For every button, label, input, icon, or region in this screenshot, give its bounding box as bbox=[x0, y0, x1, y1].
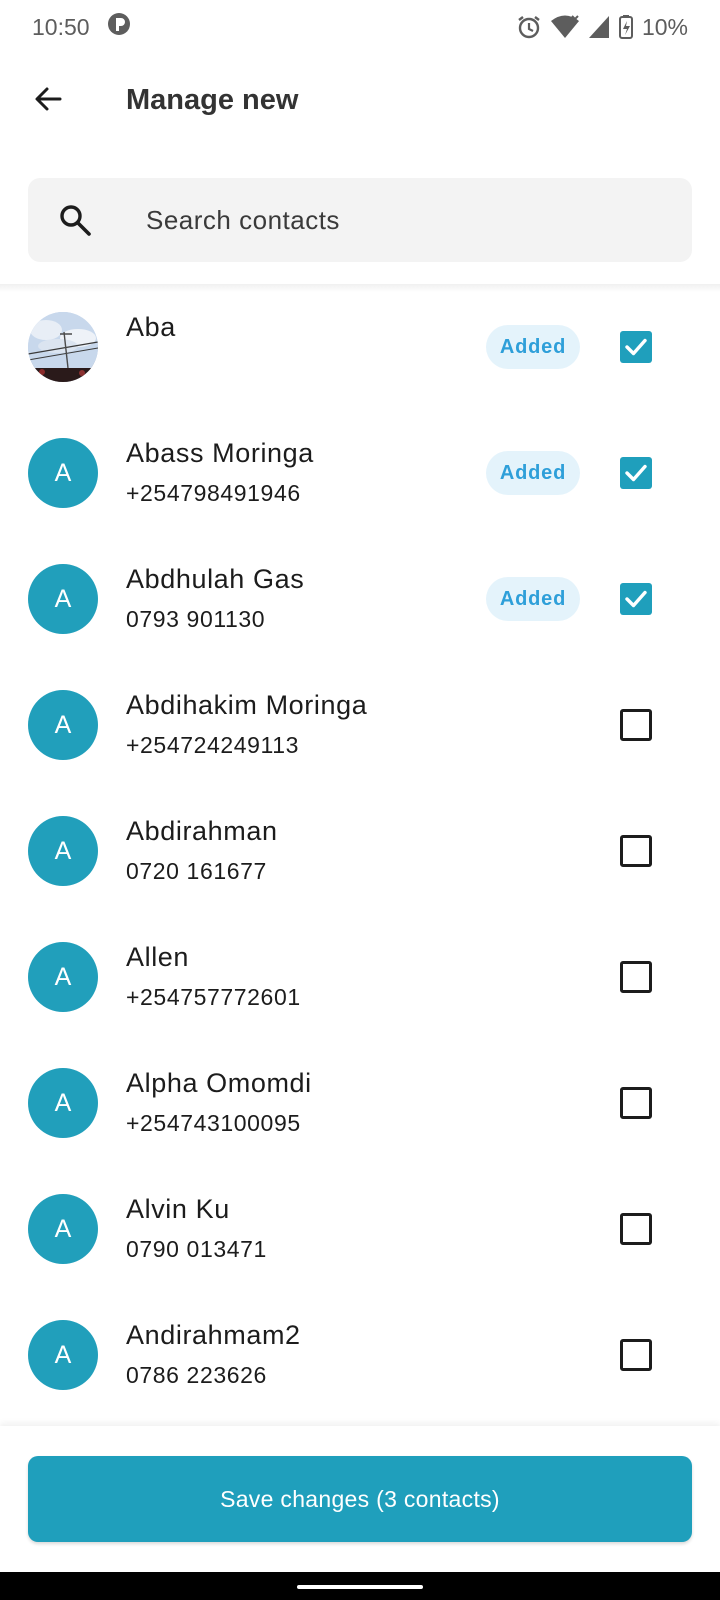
contact-phone: +254724249113 bbox=[126, 732, 300, 758]
alarm-icon bbox=[516, 14, 542, 40]
avatar-initial: A bbox=[54, 584, 72, 613]
wifi-icon bbox=[550, 14, 580, 40]
contact-name: Alpha Omomdi bbox=[126, 1068, 312, 1098]
contact-phone: +254757772601 bbox=[126, 984, 301, 1010]
page-title: Manage new bbox=[126, 84, 299, 116]
contact-name: Allen bbox=[126, 942, 190, 972]
contact-row[interactable]: A Abdihakim Moringa +254724249113 bbox=[0, 668, 720, 794]
contact-name: Abdhulah Gas bbox=[126, 564, 305, 594]
contact-row[interactable]: A Abdhulah Gas 0793 901130 Added bbox=[0, 542, 720, 668]
checkbox-checked[interactable] bbox=[620, 583, 652, 615]
avatar: A bbox=[28, 438, 98, 508]
battery-charging-icon bbox=[618, 14, 634, 40]
search-input[interactable] bbox=[146, 178, 666, 262]
status-right: 10% bbox=[516, 14, 688, 41]
avatar: A bbox=[28, 1068, 98, 1138]
contact-phone: 0720 161677 bbox=[126, 858, 267, 884]
contact-row[interactable]: A Alpha Omomdi +254743100095 bbox=[0, 1046, 720, 1172]
system-nav-bar bbox=[0, 1572, 720, 1600]
avatar-initial: A bbox=[54, 1088, 72, 1117]
contact-name: Alvin Ku bbox=[126, 1194, 230, 1224]
avatar: A bbox=[28, 816, 98, 886]
contact-row[interactable]: A Allen +254757772601 bbox=[0, 920, 720, 1046]
checkbox-unchecked[interactable] bbox=[620, 1339, 652, 1371]
contact-phone: +254743100095 bbox=[126, 1110, 301, 1136]
avatar-initial: A bbox=[54, 962, 72, 991]
contact-name: Andirahmam2 bbox=[126, 1320, 301, 1350]
avatar-initial: A bbox=[54, 458, 72, 487]
added-badge: Added bbox=[486, 325, 580, 369]
search-bar[interactable] bbox=[28, 178, 692, 262]
contact-list[interactable]: Aba Added A Abass Moringa +254798491946 Added… bbox=[0, 290, 720, 1426]
contact-row[interactable]: A Abdirahman 0720 161677 bbox=[0, 794, 720, 920]
contact-phone: 0793 901130 bbox=[126, 606, 266, 632]
contact-row[interactable]: A Alvin Ku 0790 013471 bbox=[0, 1172, 720, 1298]
save-changes-button[interactable]: Save changes (3 contacts) bbox=[28, 1456, 692, 1542]
check-icon bbox=[623, 586, 649, 612]
signal-icon bbox=[588, 14, 610, 40]
checkbox-unchecked[interactable] bbox=[620, 1087, 652, 1119]
search-icon bbox=[54, 199, 96, 241]
bottom-panel: Save changes (3 contacts) bbox=[0, 1426, 720, 1572]
contact-name: Abdihakim Moringa bbox=[126, 690, 368, 720]
media-icon bbox=[106, 11, 132, 43]
checkbox-unchecked[interactable] bbox=[620, 1213, 652, 1245]
contact-name: Abdirahman bbox=[126, 816, 278, 846]
avatar-initial: A bbox=[54, 1340, 72, 1369]
back-button[interactable] bbox=[20, 73, 76, 129]
status-time: 10:50 bbox=[32, 13, 90, 40]
avatar-initial: A bbox=[54, 836, 72, 865]
avatar: A bbox=[28, 942, 98, 1012]
checkbox-unchecked[interactable] bbox=[620, 961, 652, 993]
status-left: 10:50 bbox=[32, 11, 132, 43]
contact-row[interactable]: A Andirahmam2 0786 223626 bbox=[0, 1298, 720, 1424]
status-bar: 10:50 10% bbox=[0, 0, 720, 54]
avatar: A bbox=[28, 1194, 98, 1264]
checkbox-unchecked[interactable] bbox=[620, 709, 652, 741]
avatar-initial: A bbox=[54, 1214, 72, 1243]
added-badge: Added bbox=[486, 451, 580, 495]
checkbox-checked[interactable] bbox=[620, 331, 652, 363]
battery-percent: 10% bbox=[641, 13, 688, 40]
avatar: A bbox=[28, 564, 98, 634]
app-bar: Manage new bbox=[0, 64, 720, 138]
check-icon bbox=[623, 334, 649, 360]
check-icon bbox=[623, 460, 649, 486]
added-badge: Added bbox=[486, 577, 580, 621]
avatar bbox=[28, 312, 98, 382]
checkbox-checked[interactable] bbox=[620, 457, 652, 489]
contact-row[interactable]: Aba Added bbox=[0, 290, 720, 416]
contact-phone: +254798491946 bbox=[126, 480, 301, 506]
checkbox-unchecked[interactable] bbox=[620, 835, 652, 867]
arrow-left-icon bbox=[32, 83, 64, 120]
contact-phone: 0786 223626 bbox=[126, 1362, 267, 1388]
contact-name: Aba bbox=[126, 312, 176, 342]
avatar: A bbox=[28, 690, 98, 760]
contact-name: Abass Moringa bbox=[126, 438, 314, 468]
home-indicator[interactable] bbox=[297, 1585, 423, 1589]
contact-phone: 0790 013471 bbox=[126, 1236, 267, 1262]
avatar-initial: A bbox=[54, 710, 72, 739]
avatar: A bbox=[28, 1320, 98, 1390]
contact-row[interactable]: A Abass Moringa +254798491946 Added bbox=[0, 416, 720, 542]
